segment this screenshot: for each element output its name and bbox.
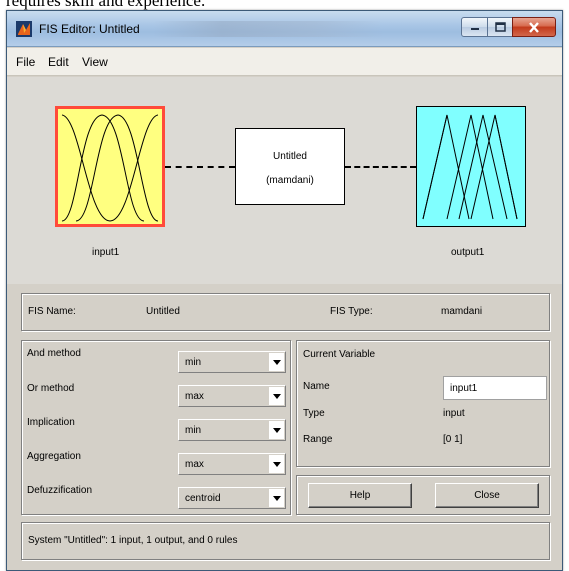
implication-dropdown[interactable]: min xyxy=(178,419,286,441)
defuzzification-value: centroid xyxy=(185,493,221,504)
close-icon xyxy=(529,21,539,33)
matlab-icon xyxy=(16,21,32,37)
defuzzification-label: Defuzzification xyxy=(27,485,93,496)
variable-name-value: input1 xyxy=(450,383,478,394)
input-membership-functions xyxy=(61,114,159,222)
fis-type-label: FIS Type: xyxy=(330,306,373,317)
minimize-icon xyxy=(470,28,479,30)
variable-name-label: Name xyxy=(303,381,330,392)
chevron-down-icon xyxy=(269,387,284,405)
status-panel: System "Untitled": 1 input, 1 output, an… xyxy=(21,522,550,560)
and-method-value: min xyxy=(185,357,202,368)
defuzzification-dropdown[interactable]: centroid xyxy=(178,487,286,509)
fis-name-value: Untitled xyxy=(146,306,180,317)
fis-type-value: mamdani xyxy=(441,306,483,317)
chevron-down-icon xyxy=(269,353,284,371)
output-membership-functions xyxy=(422,114,518,220)
output-variable-box[interactable] xyxy=(416,106,526,227)
and-method-dropdown[interactable]: min xyxy=(178,351,286,373)
methods-panel: And method min Or method max Implication… xyxy=(21,340,291,515)
implication-label: Implication xyxy=(27,417,75,428)
chevron-down-icon xyxy=(269,455,284,473)
aggregation-label: Aggregation xyxy=(27,451,81,462)
close-button[interactable]: Close xyxy=(435,483,539,508)
variable-name-input[interactable]: input1 xyxy=(443,376,547,400)
menu-bar: File Edit View xyxy=(7,48,562,76)
button-panel: Help Close xyxy=(296,475,550,515)
blurred-title-region xyxy=(153,21,383,37)
implication-value: min xyxy=(185,425,202,436)
fis-editor-window: FIS Editor: Untitled File Edit View Unti… xyxy=(6,10,563,571)
window-title: FIS Editor: Untitled xyxy=(39,22,140,36)
variable-type-label: Type xyxy=(303,408,325,419)
title-bar[interactable]: FIS Editor: Untitled xyxy=(7,11,562,47)
help-button[interactable]: Help xyxy=(308,483,412,508)
or-method-dropdown[interactable]: max xyxy=(178,385,286,407)
and-method-label: And method xyxy=(27,348,81,359)
close-window-button[interactable] xyxy=(512,17,556,37)
fis-info-panel: FIS Name: Untitled FIS Type: mamdani xyxy=(21,293,550,331)
maximize-icon xyxy=(494,22,506,32)
connector-line xyxy=(345,166,416,168)
fis-system-box[interactable]: Untitled (mamdani) xyxy=(235,128,345,205)
menu-view[interactable]: View xyxy=(82,55,108,69)
aggregation-value: max xyxy=(185,459,204,470)
current-variable-panel: Current Variable Name input1 Type input … xyxy=(296,340,550,467)
menu-file[interactable]: File xyxy=(16,55,35,69)
current-variable-heading: Current Variable xyxy=(303,349,376,360)
connector-line xyxy=(165,166,235,168)
menu-edit[interactable]: Edit xyxy=(48,55,69,69)
aggregation-dropdown[interactable]: max xyxy=(178,453,286,475)
fis-diagram: Untitled (mamdani) input1 output1 xyxy=(7,77,562,284)
output-label: output1 xyxy=(451,247,485,258)
maximize-button[interactable] xyxy=(487,17,513,37)
input-label: input1 xyxy=(92,247,120,258)
variable-range-label: Range xyxy=(303,434,333,445)
or-method-value: max xyxy=(185,391,204,402)
fis-name-label: FIS Name: xyxy=(28,306,76,317)
system-type: (mamdani) xyxy=(266,175,314,186)
variable-type-value: input xyxy=(443,408,465,419)
status-text: System "Untitled": 1 input, 1 output, an… xyxy=(28,535,238,546)
chevron-down-icon xyxy=(269,421,284,439)
minimize-button[interactable] xyxy=(461,17,488,37)
variable-range-value: [0 1] xyxy=(443,434,463,445)
document-caption: requires skill and experience. xyxy=(6,0,206,10)
chevron-down-icon xyxy=(269,489,284,507)
input-variable-box[interactable] xyxy=(55,106,165,227)
or-method-label: Or method xyxy=(27,383,75,394)
system-name: Untitled xyxy=(273,151,307,162)
